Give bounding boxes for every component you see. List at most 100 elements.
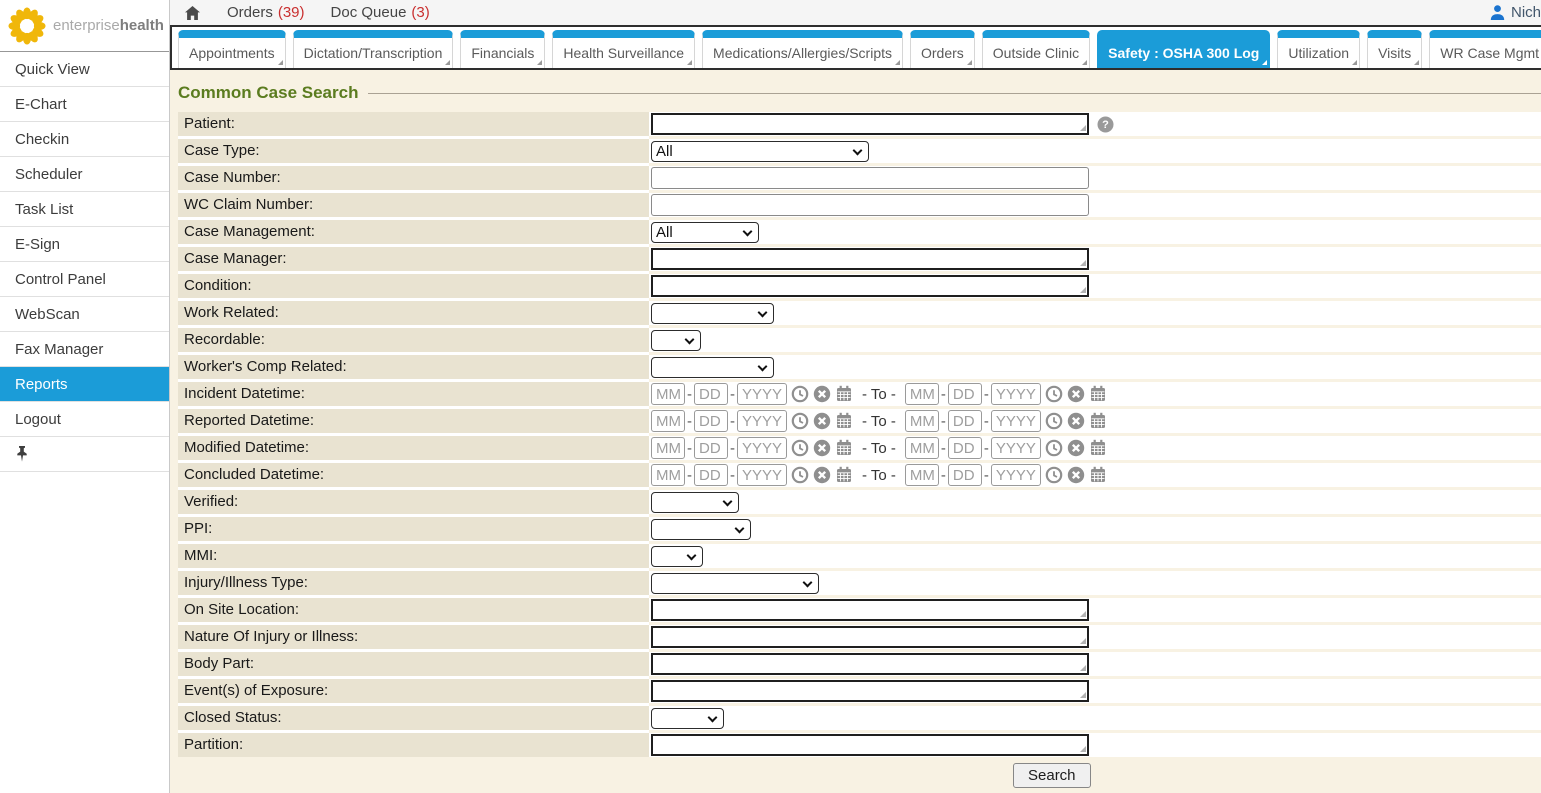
clock-icon[interactable]	[791, 439, 809, 457]
wc-claim-number-input[interactable]	[651, 194, 1089, 216]
concluded-datetime-to-year-input[interactable]	[991, 464, 1041, 486]
on-site-location-input[interactable]	[651, 599, 1089, 621]
partition-input[interactable]	[651, 734, 1089, 756]
sidebar-item-fax-manager[interactable]: Fax Manager	[0, 332, 169, 367]
clear-icon-button[interactable]	[1067, 385, 1085, 403]
calendar-icon-button[interactable]	[1089, 412, 1107, 430]
concluded-datetime-from-year-input[interactable]	[737, 464, 787, 486]
reported-datetime-from-month-input[interactable]	[651, 410, 685, 432]
reported-datetime-to-year-input[interactable]	[991, 410, 1041, 432]
concluded-datetime-from-day-input[interactable]	[694, 464, 728, 486]
sidebar-item-control-panel[interactable]: Control Panel	[0, 262, 169, 297]
clock-icon[interactable]	[1045, 439, 1063, 457]
concluded-datetime-to-day-input[interactable]	[948, 464, 982, 486]
orders-link[interactable]: Orders (39)	[227, 4, 305, 21]
calendar-icon[interactable]	[1089, 385, 1107, 403]
calendar-icon-button[interactable]	[835, 466, 853, 484]
clock-icon[interactable]	[791, 412, 809, 430]
modified-datetime-from-day-input[interactable]	[694, 437, 728, 459]
modified-datetime-from-year-input[interactable]	[737, 437, 787, 459]
sidebar-item-reports[interactable]: Reports	[0, 367, 169, 402]
home-icon[interactable]	[184, 5, 201, 21]
reported-datetime-from-day-input[interactable]	[694, 410, 728, 432]
event-s-of-exposure-input[interactable]	[651, 680, 1089, 702]
tab-orders[interactable]: Orders	[910, 30, 975, 68]
sidebar-item-logout[interactable]: Logout	[0, 402, 169, 437]
calendar-icon[interactable]	[835, 466, 853, 484]
tab-outside-clinic[interactable]: Outside Clinic	[982, 30, 1090, 68]
modified-datetime-to-month-input[interactable]	[905, 437, 939, 459]
incident-datetime-to-day-input[interactable]	[948, 383, 982, 405]
case-manager-input[interactable]	[651, 248, 1089, 270]
case-number-input[interactable]	[651, 167, 1089, 189]
incident-datetime-to-year-input[interactable]	[991, 383, 1041, 405]
clear-icon[interactable]	[813, 466, 831, 484]
concluded-datetime-from-month-input[interactable]	[651, 464, 685, 486]
sidebar-item-checkin[interactable]: Checkin	[0, 122, 169, 157]
ppi-select[interactable]	[651, 519, 751, 540]
clock-icon-button[interactable]	[791, 439, 809, 457]
incident-datetime-from-year-input[interactable]	[737, 383, 787, 405]
recordable-select[interactable]	[651, 330, 701, 351]
clock-icon[interactable]	[791, 466, 809, 484]
incident-datetime-from-month-input[interactable]	[651, 383, 685, 405]
closed-status-select[interactable]	[651, 708, 724, 729]
sidebar-item-e-sign[interactable]: E-Sign	[0, 227, 169, 262]
clear-icon-button[interactable]	[1067, 412, 1085, 430]
calendar-icon[interactable]	[835, 412, 853, 430]
calendar-icon[interactable]	[1089, 412, 1107, 430]
clear-icon[interactable]	[1067, 466, 1085, 484]
work-related-select[interactable]	[651, 303, 774, 324]
clock-icon[interactable]	[1045, 385, 1063, 403]
tab-utilization[interactable]: Utilization	[1277, 30, 1360, 68]
clock-icon-button[interactable]	[791, 385, 809, 403]
clock-icon[interactable]	[1045, 412, 1063, 430]
case-management-select[interactable]: All	[651, 222, 759, 243]
clock-icon-button[interactable]	[791, 412, 809, 430]
calendar-icon-button[interactable]	[1089, 385, 1107, 403]
doc-queue-link[interactable]: Doc Queue (3)	[331, 4, 430, 21]
tab-visits[interactable]: Visits	[1367, 30, 1422, 68]
tab-safety-osha-300-log[interactable]: Safety : OSHA 300 Log	[1097, 30, 1270, 68]
tab-health-surveillance[interactable]: Health Surveillance	[552, 30, 695, 68]
clear-icon-button[interactable]	[813, 385, 831, 403]
calendar-icon-button[interactable]	[835, 385, 853, 403]
clear-icon[interactable]	[1067, 385, 1085, 403]
clock-icon[interactable]	[1045, 466, 1063, 484]
clock-icon-button[interactable]	[1045, 466, 1063, 484]
condition-input[interactable]	[651, 275, 1089, 297]
calendar-icon[interactable]	[835, 385, 853, 403]
tab-dictation-transcription[interactable]: Dictation/Transcription	[293, 30, 454, 68]
reported-datetime-to-day-input[interactable]	[948, 410, 982, 432]
calendar-icon-button[interactable]	[1089, 466, 1107, 484]
clear-icon[interactable]	[1067, 439, 1085, 457]
calendar-icon[interactable]	[835, 439, 853, 457]
body-part-input[interactable]	[651, 653, 1089, 675]
sidebar-item-quick-view[interactable]: Quick View	[0, 52, 169, 87]
help-icon[interactable]: ?	[1097, 116, 1114, 133]
pin-icon[interactable]	[15, 446, 29, 462]
modified-datetime-to-day-input[interactable]	[948, 437, 982, 459]
clock-icon-button[interactable]	[1045, 412, 1063, 430]
calendar-icon-button[interactable]	[835, 439, 853, 457]
case-type-select[interactable]: All	[651, 141, 869, 162]
calendar-icon-button[interactable]	[835, 412, 853, 430]
calendar-icon-button[interactable]	[1089, 439, 1107, 457]
clear-icon-button[interactable]	[1067, 439, 1085, 457]
patient-input[interactable]	[651, 113, 1089, 135]
calendar-icon[interactable]	[1089, 439, 1107, 457]
tab-medications-allergies-scripts[interactable]: Medications/Allergies/Scripts	[702, 30, 903, 68]
clock-icon-button[interactable]	[1045, 385, 1063, 403]
mmi-select[interactable]	[651, 546, 703, 567]
worker-s-comp-related-select[interactable]	[651, 357, 774, 378]
modified-datetime-to-year-input[interactable]	[991, 437, 1041, 459]
calendar-icon[interactable]	[1089, 466, 1107, 484]
tab-appointments[interactable]: Appointments	[178, 30, 286, 68]
sidebar-item-e-chart[interactable]: E-Chart	[0, 87, 169, 122]
clock-icon[interactable]	[791, 385, 809, 403]
verified-select[interactable]	[651, 492, 739, 513]
sidebar-item-task-list[interactable]: Task List	[0, 192, 169, 227]
tab-wr-case-mgmt[interactable]: WR Case Mgmt	[1429, 30, 1541, 68]
sidebar-item-scheduler[interactable]: Scheduler	[0, 157, 169, 192]
search-button[interactable]: Search	[1013, 763, 1091, 788]
